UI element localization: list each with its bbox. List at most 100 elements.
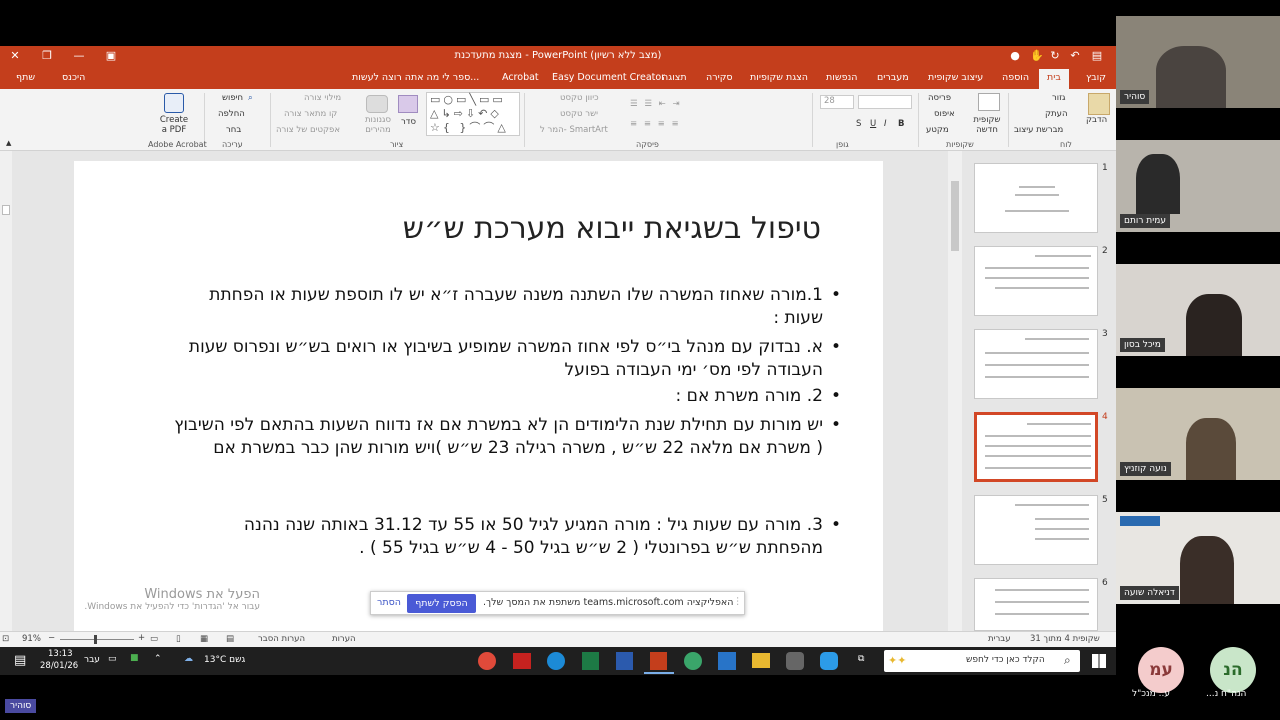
font-name-field[interactable] (858, 95, 912, 109)
copy-button[interactable]: העתק (1045, 109, 1068, 119)
tab-home[interactable]: בית (1039, 69, 1069, 89)
shape-effects-button[interactable]: אפקטים של צורה (276, 125, 340, 135)
tell-me-search[interactable]: ספר לי מה אתה רוצה לעשות... (352, 72, 479, 83)
edge-icon[interactable] (547, 652, 565, 670)
thumbnail-slide-3[interactable] (974, 329, 1098, 399)
tab-insert[interactable]: הוספה (1002, 72, 1029, 83)
convert-smartart-button[interactable]: המר ל- SmartArt (540, 125, 608, 135)
section-button[interactable]: מקטע (926, 125, 949, 135)
find-button[interactable]: חיפוש (222, 93, 243, 103)
comments-button[interactable]: הערות הסבר (258, 634, 305, 644)
layout-button[interactable]: פריסה (928, 93, 951, 103)
thumbnail-slide-4[interactable] (974, 412, 1098, 482)
reset-button[interactable]: איפוס (934, 109, 955, 119)
notifications-icon[interactable]: ▤ (14, 653, 26, 668)
app-icon[interactable] (684, 652, 702, 670)
task-view-icon[interactable]: ⧉ (858, 654, 864, 664)
slideshow-view-icon[interactable]: ▭ (150, 634, 158, 644)
thumbnail-slide-2[interactable] (974, 246, 1098, 316)
select-button[interactable]: בחר (226, 125, 241, 135)
notes-button[interactable]: הערות (332, 634, 356, 644)
fit-slide-icon[interactable]: ⊡ (2, 634, 9, 644)
undo-icon[interactable]: ↶ (1066, 49, 1084, 62)
sorter-view-icon[interactable]: ▦ (200, 634, 208, 644)
tab-review[interactable]: סקירה (706, 72, 733, 83)
font-size-field[interactable]: 28 (820, 95, 854, 109)
shape-fill-button[interactable]: מילוי צורה (304, 93, 341, 103)
bold-icon[interactable]: B (898, 119, 904, 129)
zoom-slider-thumb[interactable] (94, 635, 97, 644)
clock-time[interactable]: 13:13 (48, 649, 73, 659)
stop-sharing-button[interactable]: הפסק לשתף (407, 594, 476, 613)
touch-mode-icon[interactable]: ✋ (1028, 49, 1046, 62)
thumbnail-slide-5[interactable] (974, 495, 1098, 565)
windows-start-icon[interactable] (1092, 654, 1106, 668)
chrome-icon[interactable] (478, 652, 496, 670)
new-slide-icon[interactable] (978, 93, 1000, 111)
share-button[interactable]: שתף (16, 72, 35, 83)
bullet-4[interactable]: יש מורות עם תחילת שנת הלימודים הן לא במש… (163, 414, 841, 460)
sign-in-link[interactable]: היכנס (62, 72, 85, 83)
taskbar-search[interactable]: ✦✦ הקלד כאן כדי לחפש ⌕ (884, 650, 1080, 672)
shadow-icon[interactable]: S (856, 119, 861, 129)
tab-slideshow[interactable]: הצגת שקופיות (750, 72, 808, 83)
tab-file[interactable]: קובץ (1086, 72, 1106, 83)
word-icon[interactable] (616, 652, 633, 670)
display-icon[interactable]: ▭ (108, 654, 117, 664)
underline-icon[interactable]: U (870, 119, 876, 129)
shapes-gallery[interactable]: ▭○▭╲▭▭ △↳⇨⇩↶◇ ☆{ }⌒⌒△ (426, 92, 520, 136)
cut-button[interactable]: גזור (1052, 93, 1066, 103)
quick-styles-icon[interactable] (366, 95, 388, 113)
arrange-icon[interactable] (398, 95, 418, 113)
participant-tile[interactable]: סוהיר (1116, 16, 1280, 108)
tab-animations[interactable]: הנפשות (826, 72, 858, 83)
replace-button[interactable]: החלפה (218, 109, 245, 119)
new-slide-button[interactable]: שקופית חדשה (972, 115, 1002, 135)
weather-text[interactable]: 13°C גשם (204, 655, 245, 665)
participant-tile[interactable]: דניאלה שועה (1116, 512, 1280, 604)
thumbnail-slide-1[interactable] (974, 163, 1098, 233)
store-icon[interactable] (718, 652, 736, 670)
drag-handle-icon[interactable]: ⋮ (733, 596, 743, 607)
bullet-5[interactable]: 3. מורה עם שעות גיל : מורה המגיע לגיל 50… (213, 514, 841, 560)
participant-tile[interactable]: נועה קוזניץ (1116, 388, 1280, 480)
create-pdf-icon[interactable] (164, 93, 184, 113)
quick-styles-button[interactable]: סגנונות מהירים (362, 115, 394, 135)
clock-date[interactable]: 28/01/26 (40, 661, 78, 671)
create-pdf-button[interactable]: Create a PDF (156, 115, 192, 135)
excel-icon[interactable] (582, 652, 599, 670)
slide-canvas[interactable]: טיפול בשגיאת ייבוא מערכת ש״ש 1.מורה שאחו… (74, 161, 883, 631)
zoom-slider[interactable] (60, 639, 134, 640)
alignment-icons[interactable]: ≡ ≡ ≡ ≡ (630, 119, 681, 129)
italic-icon[interactable]: I (884, 119, 887, 129)
participant-tile[interactable]: מיכל בסון (1116, 264, 1280, 356)
input-language[interactable]: עבר (84, 655, 100, 665)
tab-design[interactable]: עיצוב שקופית (928, 72, 983, 83)
collapse-ribbon-icon[interactable]: ▲ (6, 139, 11, 147)
slide-scrollbar[interactable] (948, 151, 962, 631)
tab-easy-document-creator[interactable]: Easy Document Creator (552, 72, 665, 83)
app-icon[interactable] (786, 652, 804, 670)
tab-transitions[interactable]: מעברים (877, 72, 909, 83)
bullet-3[interactable]: 2. מורה משרת אם : (173, 385, 841, 408)
format-painter-button[interactable]: מברשת עיצוב (1014, 125, 1063, 135)
weather-icon[interactable]: ☁ (184, 654, 193, 664)
powerpoint-icon[interactable] (650, 652, 667, 670)
search-icon[interactable]: ⌕ (248, 93, 253, 103)
save-icon[interactable]: ▤ (1088, 49, 1106, 62)
tab-view[interactable]: תצוגה (662, 72, 687, 83)
list-icons[interactable]: ☰ ☰ ⇤ ⇥ (630, 99, 682, 109)
tab-acrobat[interactable]: Acrobat (502, 72, 539, 83)
security-icon[interactable]: ■ (130, 653, 139, 663)
zoom-in-icon[interactable]: + (138, 633, 145, 643)
normal-view-icon[interactable]: ▤ (226, 634, 234, 644)
zoom-level[interactable]: 91% (22, 634, 41, 644)
bullet-2[interactable]: א. נבדוק עם מנהל בי״ס לפי אחוז המשרה שמו… (173, 336, 841, 382)
shape-outline-button[interactable]: קו מתאר צורה (284, 109, 337, 119)
redo-icon[interactable]: ↻ (1046, 49, 1064, 62)
thumbnail-slide-6[interactable] (974, 578, 1098, 631)
participant-tile[interactable]: עמית רותם (1116, 140, 1280, 232)
arrange-button[interactable]: סדר (401, 117, 416, 127)
avatar[interactable]: עמ (1138, 647, 1184, 693)
left-scrollbar[interactable] (0, 151, 12, 631)
